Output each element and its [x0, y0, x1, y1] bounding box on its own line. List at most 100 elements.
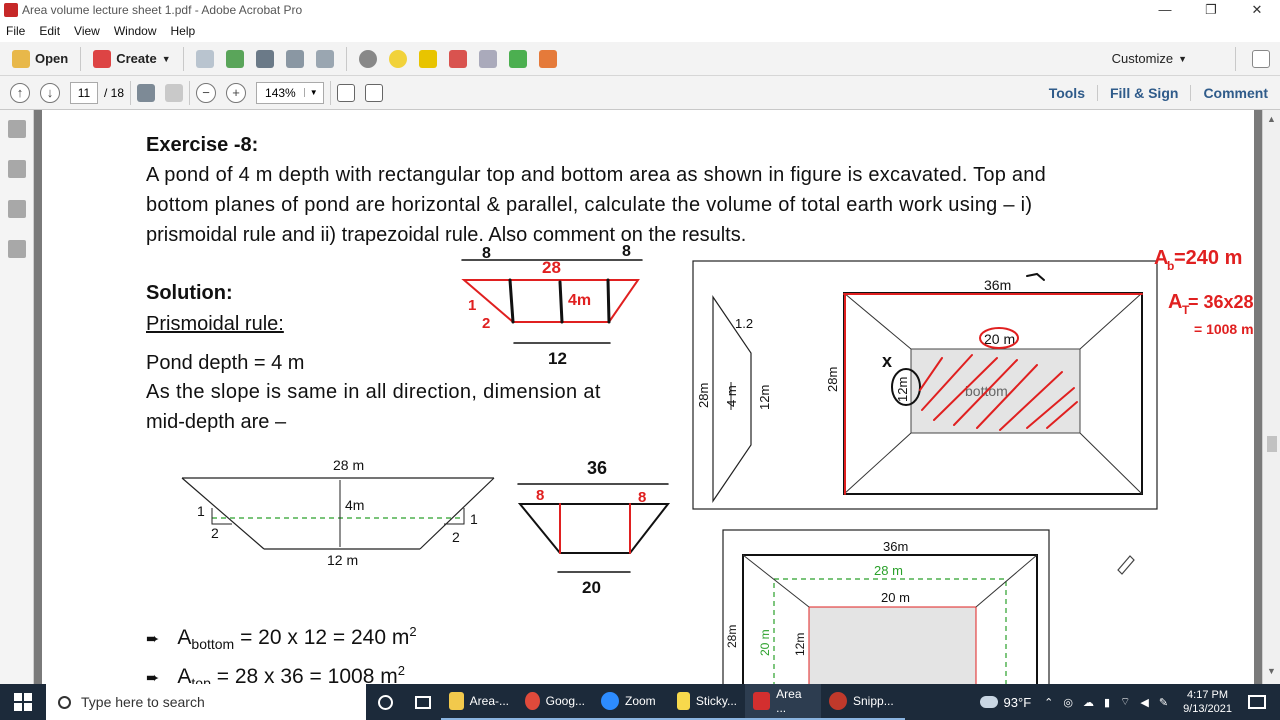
divider [189, 80, 191, 105]
sign-icon[interactable] [538, 49, 557, 68]
document-area: Exercise -8: A pond of 4 m depth with re… [34, 110, 1262, 684]
plan2-mid-label: 28 m [874, 563, 903, 578]
notifications-icon[interactable] [1248, 695, 1266, 709]
email-icon[interactable] [315, 49, 334, 68]
customize-button[interactable]: Customize ▼ [1106, 46, 1193, 72]
taskbar-search[interactable]: Type here to search [46, 684, 366, 720]
restore-button[interactable]: ❐ [1188, 0, 1234, 20]
vertical-scrollbar[interactable]: ▲ ▼ [1262, 110, 1280, 684]
upload-cloud-icon[interactable] [225, 49, 244, 68]
bookmarks-icon[interactable] [8, 160, 26, 178]
cortana-button[interactable] [366, 684, 405, 720]
page-total: / 18 [104, 85, 125, 100]
search-icon [58, 695, 71, 709]
edit-icon[interactable] [285, 49, 304, 68]
page-number-input[interactable] [70, 81, 98, 104]
start-button[interactable] [0, 684, 46, 720]
signatures-icon[interactable] [8, 240, 26, 258]
fit-page-icon[interactable] [336, 83, 355, 102]
volume-icon[interactable]: ◀ [1135, 696, 1153, 709]
menu-help[interactable]: Help [171, 24, 196, 38]
menu-window[interactable]: Window [114, 24, 157, 38]
fullscreen-icon[interactable] [364, 83, 383, 102]
print-icon[interactable] [255, 49, 274, 68]
window-controls: — ❐ ✕ [1142, 0, 1280, 20]
zoom-in-icon[interactable]: + [226, 82, 247, 103]
taskbar-app-label: Snipp... [853, 694, 894, 708]
menu-file[interactable]: File [6, 24, 25, 38]
onedrive-icon[interactable]: ☁ [1078, 696, 1099, 709]
ink-sketch-1-divider [508, 278, 515, 324]
scroll-up-icon[interactable]: ▲ [1267, 114, 1276, 124]
scrollbar-thumb[interactable] [1267, 436, 1277, 452]
section-top-label: 28 m [333, 457, 364, 473]
ink-sketch-1-divider [558, 280, 564, 324]
select-cursor-icon[interactable] [137, 83, 156, 102]
folder-icon [12, 49, 30, 68]
close-button[interactable]: ✕ [1234, 0, 1280, 20]
hand-tool-icon[interactable] [165, 83, 184, 102]
chevron-down-icon: ▼ [161, 53, 171, 64]
chevron-down-icon: ▼ [303, 88, 323, 97]
chevron-up-icon[interactable]: ⌃ [1039, 696, 1058, 709]
taskbar-app-sticky[interactable]: Sticky... [669, 684, 745, 720]
tools-pane-link[interactable]: Tools [1037, 85, 1097, 101]
fill-sign-pane-link[interactable]: Fill & Sign [1096, 84, 1190, 101]
taskbar-app-explorer[interactable]: Area-... [441, 684, 517, 720]
task-view-button[interactable] [405, 684, 441, 720]
next-page-icon[interactable]: ↓ [40, 82, 60, 103]
zoom-value: 143% [265, 85, 296, 100]
microphone-icon[interactable]: ▮ [1099, 696, 1115, 709]
divider [130, 80, 132, 105]
minimize-button[interactable]: — [1142, 0, 1188, 20]
page-thumbnails-icon[interactable] [8, 120, 26, 138]
zoom-out-icon[interactable]: − [196, 82, 217, 103]
side-slope-label: 1.2 [735, 316, 753, 331]
ink-sketch-1: 8 28 8 4m 12 1 2 [461, 243, 643, 368]
highlight-icon[interactable] [418, 49, 437, 68]
plan-inner-side-label: 12m [895, 377, 910, 402]
clock[interactable]: 4:17 PM 9/13/2021 [1173, 688, 1242, 716]
ink-label: 12 [548, 349, 567, 368]
main-toolbar: Open Create ▼ Customize ▼ [0, 42, 1280, 76]
delete-page-icon[interactable] [448, 49, 467, 68]
zoom-select[interactable]: 143% ▼ [256, 81, 324, 104]
section-left-slope [181, 477, 265, 550]
export-icon[interactable] [508, 49, 527, 68]
menu-bar: File Edit View Window Help [0, 20, 1280, 42]
ink-sketch-1-divider [606, 278, 611, 324]
taskbar-app-chrome[interactable]: Goog... [517, 684, 593, 720]
plan2-mid-side-label: 20 m [758, 629, 772, 656]
slope-h-left: 2 [211, 525, 219, 541]
ink-label: 2 [482, 315, 490, 332]
side-28-label: 28m [696, 383, 711, 408]
ink-label: 8 [482, 245, 491, 262]
weather-icon [979, 696, 998, 708]
section-bottom-label: 12 m [327, 552, 358, 568]
comment-pane-link[interactable]: Comment [1190, 84, 1280, 101]
taskbar-app-snipping[interactable]: Snipp... [821, 684, 905, 720]
create-button[interactable]: Create ▼ [87, 46, 176, 72]
taskbar-app-zoom[interactable]: Zoom [593, 684, 669, 720]
save-icon[interactable] [195, 49, 214, 68]
plan-side-label: 28m [825, 367, 840, 392]
pen-icon[interactable]: ✎ [1154, 696, 1173, 709]
open-button[interactable]: Open [6, 46, 74, 72]
weather-widget[interactable]: 93°F [972, 684, 1040, 720]
attachments-icon[interactable] [8, 200, 26, 218]
page-icon[interactable] [478, 49, 497, 68]
scroll-down-icon[interactable]: ▼ [1267, 666, 1276, 676]
cross-section-figure: 28 m 4m 12 m 1 2 1 2 [181, 457, 495, 568]
gear-icon[interactable] [358, 49, 377, 68]
menu-edit[interactable]: Edit [39, 24, 60, 38]
taskbar-app-acrobat[interactable]: Area ... [745, 684, 821, 720]
comment-bubble-icon[interactable] [388, 49, 407, 68]
previous-page-icon[interactable]: ↑ [10, 82, 30, 103]
weather-temperature: 93°F [1003, 694, 1032, 710]
ink-label: 8 [536, 487, 544, 504]
meet-now-icon[interactable]: ◎ [1058, 696, 1078, 709]
expand-icon[interactable] [1252, 49, 1270, 68]
menu-view[interactable]: View [74, 24, 100, 38]
taskbar-app-label: Goog... [545, 694, 585, 708]
network-icon[interactable]: ⌔ [1115, 695, 1135, 709]
